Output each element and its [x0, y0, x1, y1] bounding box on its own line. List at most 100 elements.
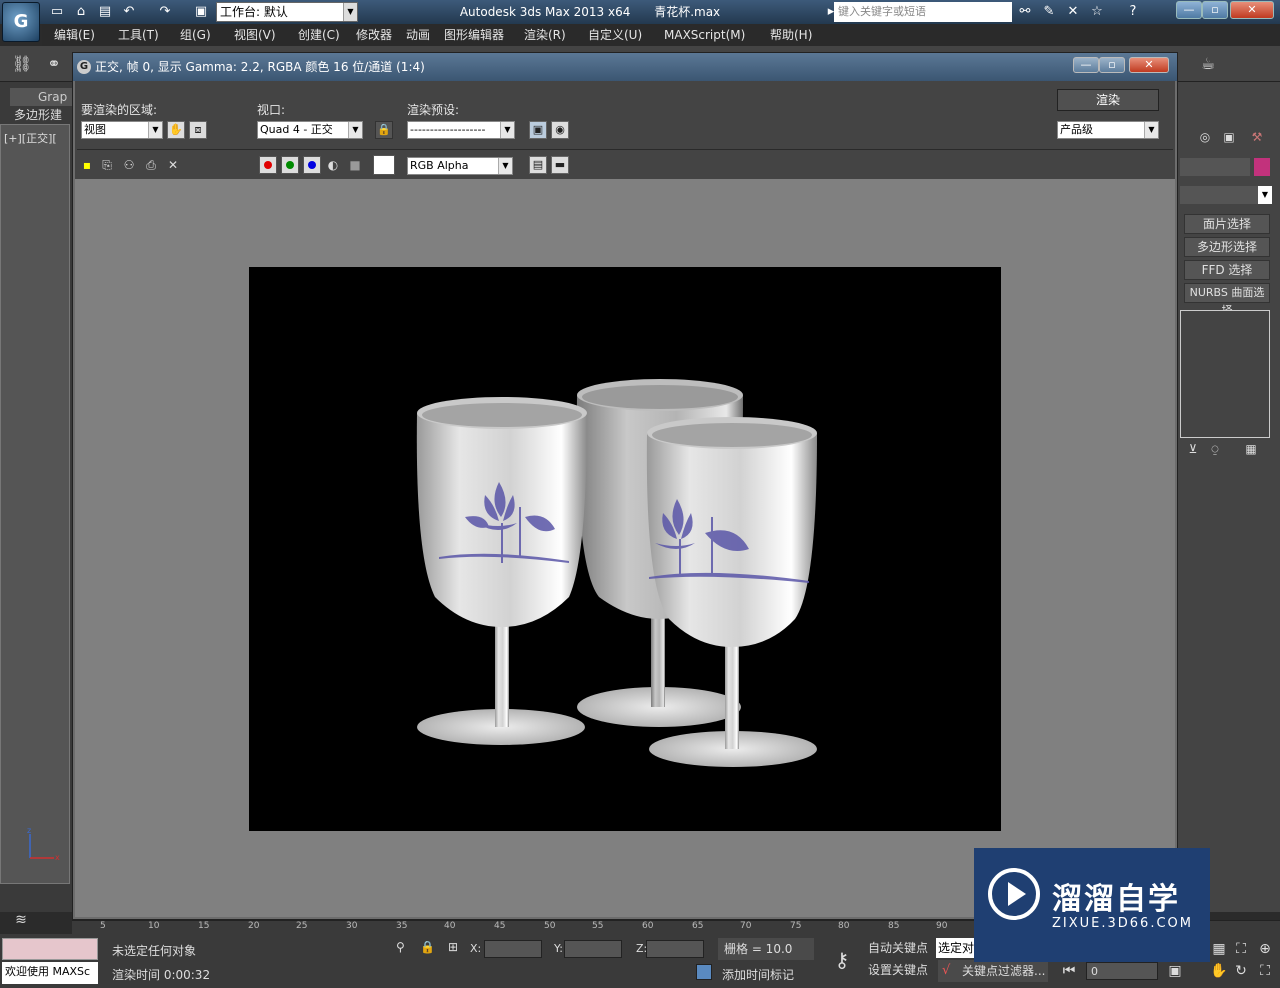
undo-icon[interactable]: ↶ [120, 3, 138, 21]
lock-icon[interactable]: 🔒 [375, 121, 393, 139]
zoom-all-icon[interactable]: ⛶ [1232, 940, 1250, 958]
current-frame-field[interactable]: 0 [1086, 962, 1158, 980]
render-canvas-area[interactable] [75, 179, 1175, 917]
modifier-stack-list[interactable] [1180, 310, 1270, 438]
star-icon[interactable]: ☆ [1088, 3, 1106, 21]
link-icon[interactable]: ⛓ [10, 52, 34, 76]
maximize-viewport-icon[interactable]: ⛶ [1256, 962, 1274, 980]
redo-icon[interactable]: ↷ [156, 3, 174, 21]
render-preset-select[interactable]: ------------------- ▼ [407, 121, 515, 139]
graphite-ribbon-tab[interactable]: Grap [10, 88, 72, 106]
polygon-modeling-label[interactable]: 多边形建 [14, 106, 72, 122]
object-color-swatch[interactable] [1254, 158, 1270, 176]
render-maximize-button[interactable]: ▫ [1099, 57, 1125, 73]
time-config-icon[interactable]: ▣ [1166, 962, 1184, 980]
render-minimize-button[interactable]: — [1073, 57, 1099, 73]
render-setup-icon[interactable]: ▣ [529, 121, 547, 139]
monitor-icon[interactable]: ▣ [1220, 130, 1238, 148]
render-quality-select[interactable]: 产品级 ▼ [1057, 121, 1159, 139]
mini-curve-editor-icon[interactable]: ≋ [4, 912, 38, 932]
save-icon[interactable]: ▤ [96, 3, 114, 21]
binoculars-icon[interactable]: ⚯ [1016, 3, 1034, 21]
tools-icon[interactable]: ✕ [1064, 3, 1082, 21]
configure-modifier-sets-icon[interactable]: ▦ [1242, 442, 1260, 460]
maximize-app-button[interactable]: ▫ [1202, 1, 1228, 19]
y-coord-field[interactable] [564, 940, 622, 958]
auto-key-button[interactable]: 自动关键点 [866, 938, 930, 958]
display-channel-select[interactable]: RGB Alpha ▼ [407, 157, 513, 175]
new-file-icon[interactable]: ▭ [48, 3, 66, 21]
poly-select-button[interactable]: 多边形选择 [1184, 237, 1270, 257]
menu-customize[interactable]: 自定义(U) [588, 24, 642, 46]
save-image-icon[interactable]: ▪ [79, 157, 95, 173]
project-folder-icon[interactable]: ▣ [192, 3, 210, 21]
swatch-color[interactable] [373, 155, 395, 175]
menu-create[interactable]: 创建(C) [298, 24, 340, 46]
pan-icon[interactable]: ✋ [1210, 962, 1228, 980]
set-key-icon[interactable]: ⚷ [828, 942, 856, 978]
teapot-icon[interactable]: ☕ [1196, 52, 1220, 76]
minimize-app-button[interactable]: — [1176, 1, 1202, 19]
menu-help[interactable]: 帮助(H) [770, 24, 812, 46]
set-key-button[interactable]: 设置关键点 [866, 960, 930, 980]
isolate-selection-icon[interactable]: ⚲ [396, 940, 410, 956]
auto-region-icon[interactable]: ⧈ [189, 121, 207, 139]
workspace-select[interactable]: 工作台: 默认 ▼ [216, 2, 358, 22]
modifier-list-select[interactable]: ▼ [1180, 186, 1272, 204]
key-filters-button[interactable]: √ 关键点过滤器... [938, 960, 1048, 982]
copy-image-icon[interactable]: ⎘ [99, 157, 115, 173]
viewport-panel[interactable] [0, 124, 70, 884]
menu-animation[interactable]: 动画 [406, 24, 430, 46]
patch-select-button[interactable]: 面片选择 [1184, 214, 1270, 234]
zoom-extents-icon[interactable]: ▦ [1210, 940, 1228, 958]
communication-icon[interactable]: ✎ [1040, 3, 1058, 21]
menu-maxscript[interactable]: MAXScript(M) [664, 24, 745, 46]
pin-stack-icon[interactable]: ⊻ [1184, 442, 1202, 460]
menu-modifiers[interactable]: 修改器 [356, 24, 392, 46]
display-icon[interactable]: ◎ [1196, 130, 1214, 148]
clone-frame-window-icon[interactable]: ⚇ [121, 157, 137, 173]
green-channel-toggle[interactable] [281, 156, 299, 174]
alpha-channel-icon[interactable]: ◐ [325, 157, 341, 173]
ffd-select-button[interactable]: FFD 选择 [1184, 260, 1270, 280]
maxscript-input[interactable]: 欢迎使用 MAXSc [2, 962, 98, 984]
hammer-icon[interactable]: ⚒ [1248, 130, 1266, 148]
zoom-region-icon[interactable]: ⊕ [1256, 940, 1274, 958]
menu-tools[interactable]: 工具(T) [118, 24, 159, 46]
print-image-icon[interactable]: ⎙ [143, 157, 159, 173]
render-close-button[interactable]: ✕ [1129, 57, 1169, 73]
x-coord-field[interactable] [484, 940, 542, 958]
z-coord-field[interactable] [646, 940, 704, 958]
unlink-icon[interactable]: ⚭ [42, 52, 66, 76]
monochrome-icon[interactable]: ■ [347, 157, 363, 173]
app-logo-icon[interactable]: G [2, 2, 40, 42]
show-end-result-icon[interactable]: ⍜ [1206, 442, 1224, 460]
area-to-render-select[interactable]: 视图 ▼ [81, 121, 163, 139]
open-file-icon[interactable]: ⌂ [72, 3, 90, 21]
red-channel-toggle[interactable] [259, 156, 277, 174]
help-icon[interactable]: ? [1124, 3, 1142, 21]
menu-rendering[interactable]: 渲染(R) [524, 24, 566, 46]
viewport-label[interactable]: [+][正交][ [4, 130, 57, 146]
time-tag-icon[interactable] [696, 964, 712, 980]
menu-edit[interactable]: 编辑(E) [54, 24, 95, 46]
object-name-field[interactable] [1180, 158, 1250, 176]
maxscript-listener-mini[interactable] [2, 938, 98, 960]
toggle-ui-overlay-icon[interactable]: ▤ [529, 156, 547, 174]
clear-image-icon[interactable]: ✕ [165, 157, 181, 173]
edit-region-icon[interactable]: ✋ [167, 121, 185, 139]
menu-group[interactable]: 组(G) [180, 24, 211, 46]
viewport-select[interactable]: Quad 4 - 正交 ▼ [257, 121, 363, 139]
orbit-icon[interactable]: ↻ [1232, 962, 1250, 980]
environment-effects-icon[interactable]: ◉ [551, 121, 569, 139]
goto-start-icon[interactable]: ⏮ [1060, 962, 1078, 980]
nurbs-select-button[interactable]: NURBS 曲面选择 [1184, 283, 1270, 317]
render-button[interactable]: 渲染 [1057, 89, 1159, 111]
render-window-title-bar[interactable]: G 正交, 帧 0, 显示 Gamma: 2.2, RGBA 颜色 16 位/通… [73, 53, 1177, 81]
menu-views[interactable]: 视图(V) [234, 24, 276, 46]
key-set-select[interactable]: 选定对 [936, 938, 976, 958]
add-time-tag-button[interactable]: 添加时间标记 [722, 966, 794, 983]
close-app-button[interactable]: ✕ [1230, 1, 1274, 19]
blue-channel-toggle[interactable] [303, 156, 321, 174]
absolute-mode-icon[interactable]: ⊞ [448, 940, 462, 956]
